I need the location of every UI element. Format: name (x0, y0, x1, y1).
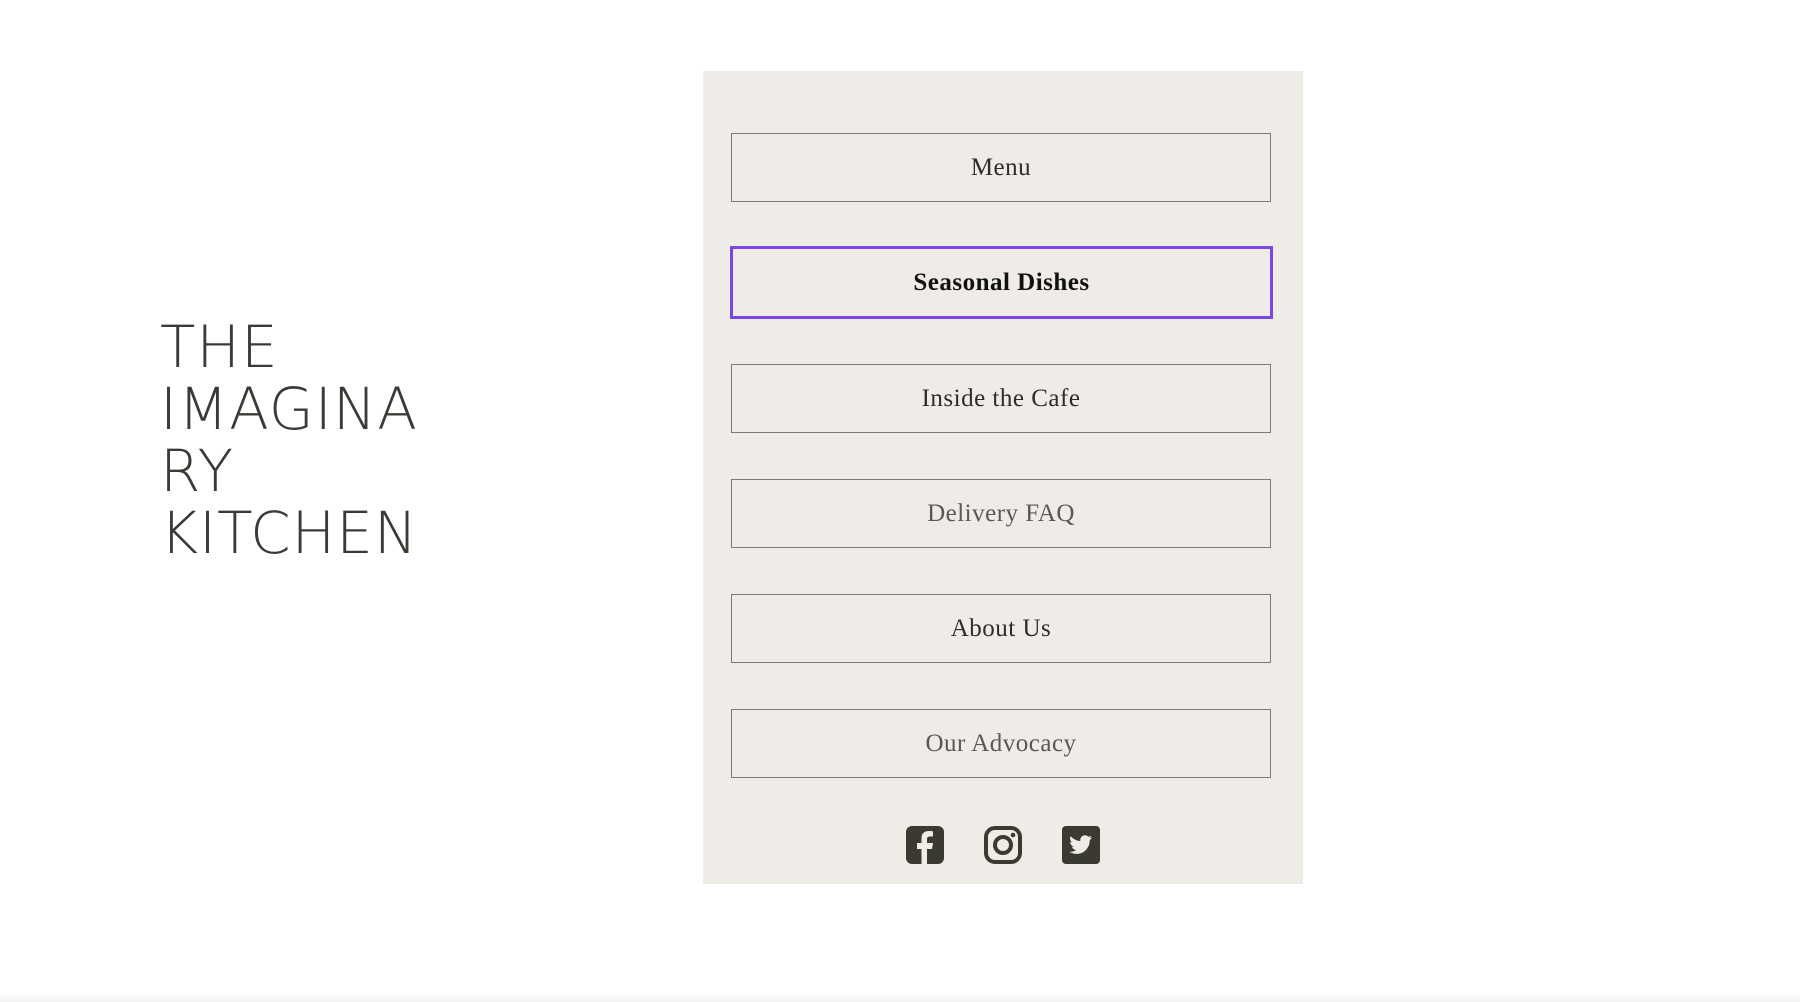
logo-word-kitchen: KITCHEN (160, 499, 419, 567)
bottom-shadow (0, 992, 1800, 1002)
logo-line-1: THE (160, 318, 460, 380)
instagram-icon[interactable] (983, 825, 1023, 865)
site-logo[interactable]: THE IMAGINA RY KITCHEN (160, 318, 460, 566)
nav-button-about-us[interactable]: About Us (731, 594, 1271, 663)
logo-word-imagina: IMAGINA (160, 375, 418, 443)
nav-button-seasonal-dishes[interactable]: Seasonal Dishes (730, 246, 1273, 319)
nav-button-delivery-faq[interactable]: Delivery FAQ (731, 479, 1271, 548)
logo-word-ry: RY (160, 437, 235, 505)
nav-panel: Menu Seasonal Dishes Inside the Cafe Del… (703, 71, 1303, 884)
nav-button-inside-the-cafe[interactable]: Inside the Cafe (731, 364, 1271, 433)
nav-button-our-advocacy[interactable]: Our Advocacy (731, 709, 1271, 778)
logo-line-2: IMAGINA (160, 380, 460, 442)
logo-word-the: THE (160, 313, 279, 381)
facebook-icon[interactable] (905, 825, 945, 865)
logo-line-3: RY (160, 442, 460, 504)
social-links (703, 825, 1303, 865)
logo-line-4: KITCHEN (160, 504, 460, 566)
twitter-icon[interactable] (1061, 825, 1101, 865)
nav-button-menu[interactable]: Menu (731, 133, 1271, 202)
